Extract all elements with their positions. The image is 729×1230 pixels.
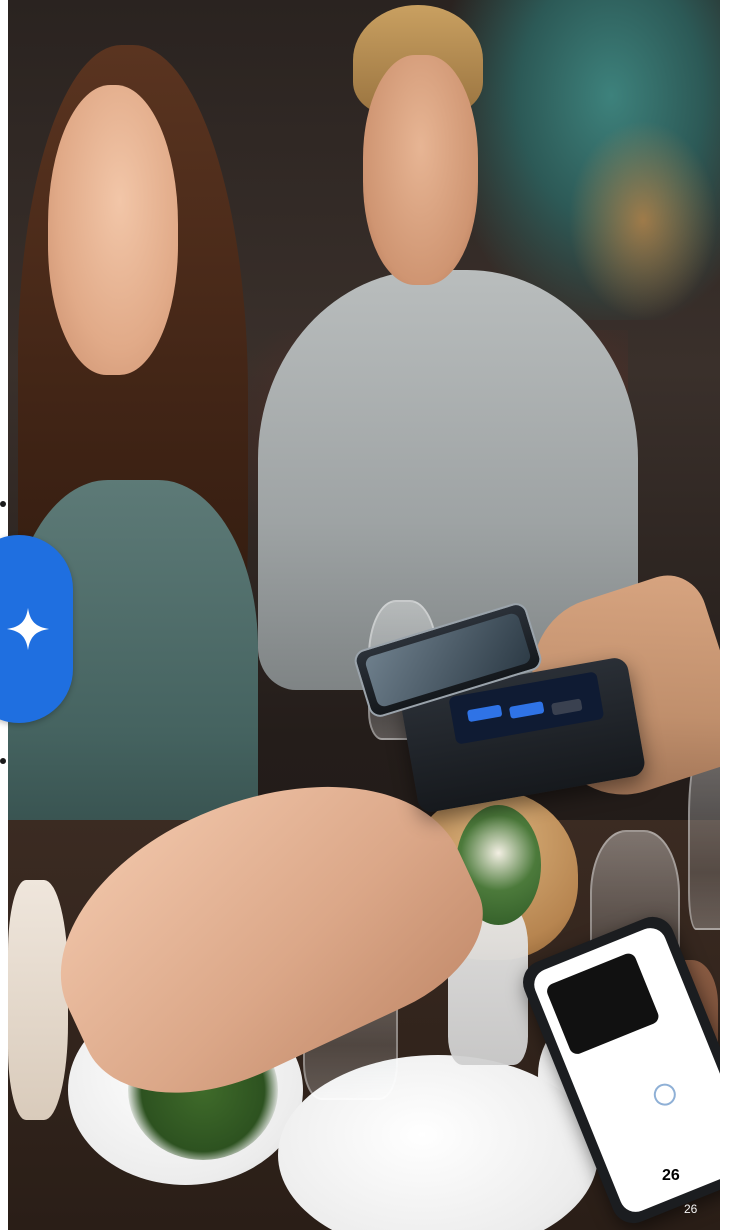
edge-dot-top bbox=[0, 501, 6, 507]
sparkle-icon bbox=[6, 607, 50, 651]
knit-sleeve bbox=[8, 880, 68, 1120]
contactless-ring-icon bbox=[650, 1080, 680, 1109]
woman-face bbox=[48, 85, 178, 375]
edge-dot-bottom bbox=[0, 758, 6, 764]
background-warm-light bbox=[568, 120, 718, 320]
man-face bbox=[363, 55, 478, 285]
slide-page: 26 26 bbox=[0, 0, 729, 1230]
payment-card-graphic bbox=[544, 951, 661, 1057]
ai-assistant-button[interactable] bbox=[0, 535, 73, 723]
page-number-footer: 26 bbox=[684, 1202, 698, 1216]
page-number: 26 bbox=[662, 1167, 680, 1184]
restaurant-payment-photo bbox=[8, 0, 720, 1230]
